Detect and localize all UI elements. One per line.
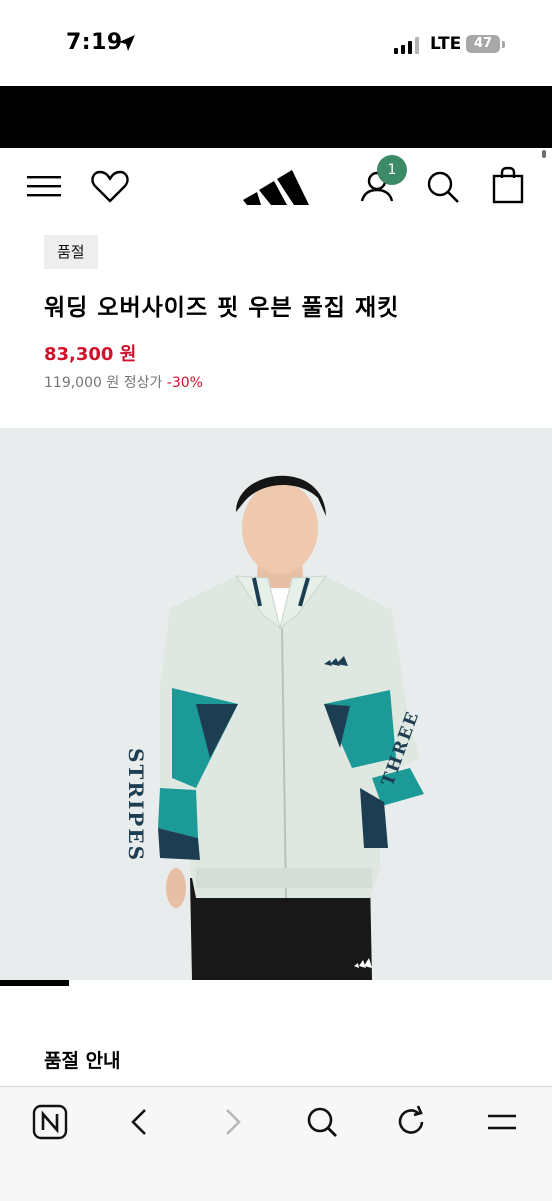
- browser-menu-icon[interactable]: [480, 1100, 524, 1144]
- reload-icon[interactable]: [390, 1100, 434, 1144]
- network-label: LTE: [430, 34, 462, 54]
- battery-icon: 47: [466, 35, 500, 53]
- sale-price: 83,300 원: [44, 344, 137, 365]
- soldout-info-heading: 품절 안내: [44, 1050, 121, 1072]
- original-price: 119,000 원: [44, 375, 120, 391]
- sold-out-tag: 품절: [44, 235, 98, 269]
- sleeve-text-left: STRIPES: [124, 748, 148, 863]
- product-photo: [158, 475, 424, 980]
- discount-percent: -30%: [166, 375, 203, 391]
- signal-bars-icon: [394, 36, 419, 54]
- browser-toolbar: [0, 1086, 552, 1201]
- original-price-row: 119,000 원 정상가 -30%: [44, 372, 203, 392]
- wishlist-heart-icon[interactable]: [90, 170, 130, 204]
- product-image[interactable]: STRIPES THREE: [0, 428, 552, 980]
- product-title: 워딩 오버사이즈 핏 우븐 풀집 재킷: [44, 295, 400, 321]
- back-icon[interactable]: [118, 1100, 162, 1144]
- search-icon[interactable]: [426, 170, 460, 204]
- naver-n-icon[interactable]: [28, 1100, 72, 1144]
- forward-icon[interactable]: [210, 1100, 254, 1144]
- shopping-bag-icon[interactable]: [492, 166, 524, 204]
- gallery-indicator: [0, 980, 69, 986]
- account-badge: 1: [377, 155, 407, 185]
- menu-icon[interactable]: [26, 174, 62, 198]
- browser-search-icon[interactable]: [300, 1100, 344, 1144]
- location-arrow-icon: [119, 35, 135, 51]
- top-banner: [0, 86, 552, 148]
- gallery-track: [0, 980, 552, 986]
- original-price-label: 정상가: [123, 375, 163, 391]
- status-time: 7:19: [66, 30, 123, 55]
- adidas-logo[interactable]: [242, 162, 310, 208]
- battery-tip: [502, 41, 505, 48]
- status-bar: 7:19 LTE 47: [0, 0, 552, 86]
